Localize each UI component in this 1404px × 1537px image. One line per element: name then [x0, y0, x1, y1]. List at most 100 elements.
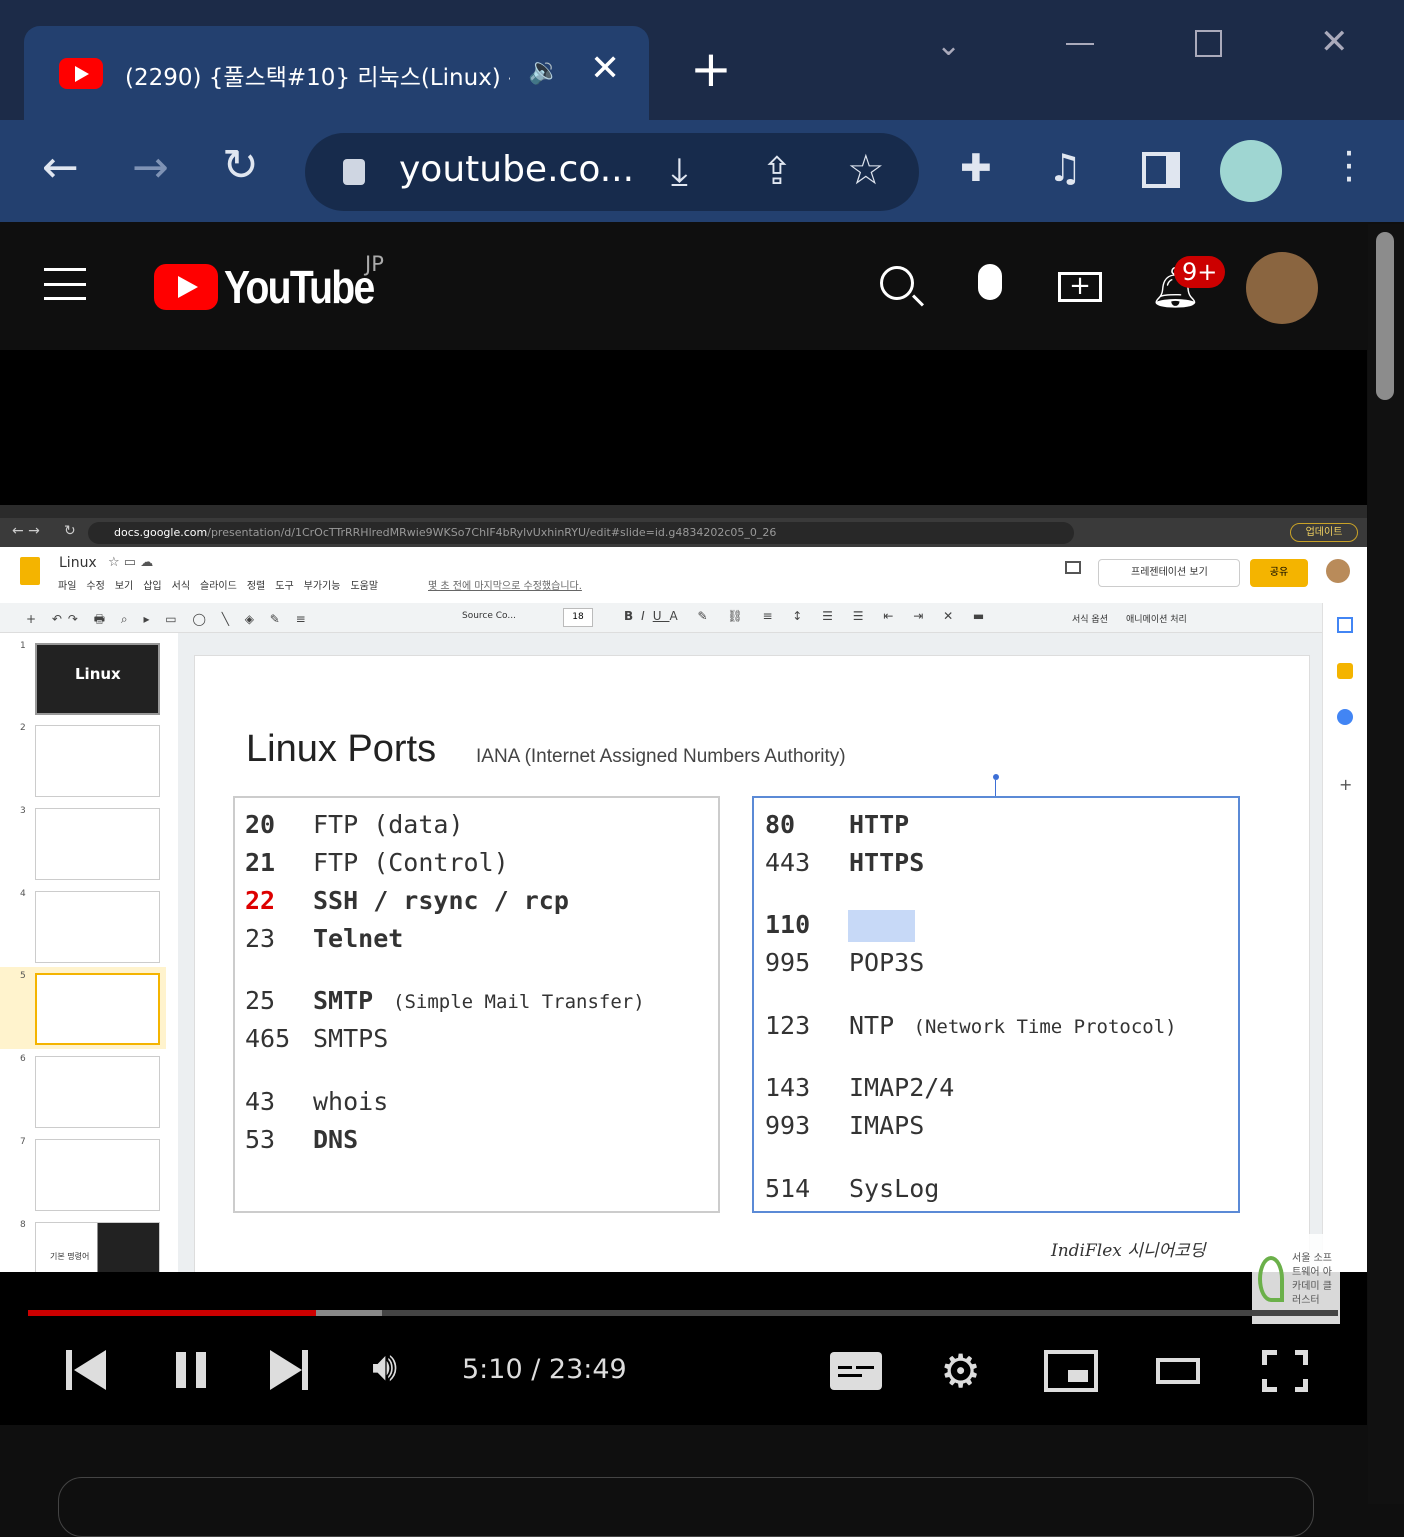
toolbar-icons-right: BIUA ✎ ⛓ ≡ ↕ ☰ ☰ ⇤ ⇥ ✕ ▬ [624, 609, 993, 623]
media-control-icon[interactable]: ♫ [1048, 146, 1082, 190]
thumbnail-number-2: 2 [20, 723, 26, 733]
thumbnail-number-3: 3 [20, 806, 26, 816]
youtube-favicon-icon [59, 58, 103, 89]
install-icon[interactable]: ⤓ [671, 149, 688, 194]
slides-menu-bar: 파일 수정 보기 삽입 서식 슬라이드 정렬 도구 부가기능 도움말 [58, 577, 378, 592]
subtitles-icon[interactable] [830, 1352, 882, 1390]
port-number: 514 [765, 1174, 811, 1203]
back-icon[interactable]: ← [42, 142, 79, 193]
thumbnail-number-5: 5 [20, 971, 26, 981]
last-edit-note: 몇 초 전에 마지막으로 수정했습니다. [428, 581, 582, 592]
video-frame-screen: ← → ↻ docs.google.com/presentation/d/1Cr… [0, 505, 1367, 1272]
thumbnail-5-selected [35, 973, 160, 1045]
browser-tab[interactable]: (2290) {풀스택#10} 리눅스(Linux) - 🔉 ✕ [24, 26, 649, 122]
share-icon[interactable]: ⇪ [761, 149, 793, 193]
slides-account-avatar [1326, 559, 1350, 583]
slides-menu-2: 보기 [114, 581, 134, 592]
port-service: NTP [849, 1011, 895, 1040]
selection-handle-line [995, 780, 996, 796]
microphone-icon[interactable] [978, 264, 1002, 300]
forward-icon[interactable]: → [132, 142, 169, 193]
slides-menu-4: 서식 [171, 581, 191, 592]
miniplayer-icon[interactable] [1044, 1350, 1098, 1392]
close-window-icon[interactable]: ✕ [1320, 22, 1349, 62]
inner-address-bar: docs.google.com/presentation/d/1CrOcTTrR… [88, 522, 1074, 544]
lock-icon [343, 159, 365, 185]
fullscreen-icon[interactable] [1261, 1349, 1309, 1401]
slides-menu-8: 부가기능 [303, 581, 341, 592]
slides-menu-0: 파일 [58, 581, 77, 592]
browser-menu-icon[interactable]: ⋮ [1330, 146, 1368, 184]
inner-back-icon: ← → [12, 523, 40, 539]
slides-menu-1: 수정 [86, 581, 105, 592]
port-number: 23 [245, 924, 276, 953]
minimize-icon[interactable] [1066, 43, 1094, 45]
url-text[interactable]: youtube.co... [399, 149, 634, 190]
port-number: 21 [245, 848, 276, 877]
port-note: (Network Time Protocol) [913, 1016, 1177, 1038]
profile-avatar[interactable] [1220, 140, 1282, 202]
side-panel-icon[interactable] [1142, 152, 1180, 188]
hamburger-menu-icon[interactable] [44, 268, 86, 300]
slides-menu-9: 도움말 [350, 581, 379, 592]
slides-right-sidebar: + [1322, 603, 1367, 1272]
port-service: SMTPS [313, 1024, 389, 1053]
youtube-logo[interactable] [154, 264, 218, 310]
bookmark-star-icon[interactable]: ☆ [847, 145, 885, 194]
thumbnail-number-4: 4 [20, 889, 26, 899]
address-bar[interactable]: youtube.co... ⤓ ⇪ ☆ [305, 133, 919, 211]
port-number: 25 [245, 986, 276, 1015]
new-tab-icon[interactable]: + [690, 44, 732, 94]
settings-gear-icon[interactable]: ⚙ [940, 1344, 981, 1398]
thumbnail-1-text: Linux [75, 665, 121, 683]
port-number: 465 [245, 1024, 291, 1053]
port-service: IMAPS [849, 1111, 925, 1140]
search-icon[interactable] [880, 266, 925, 307]
port-service: SysLog [849, 1174, 940, 1203]
thumbnail-number-6: 6 [20, 1054, 26, 1064]
port-number: 43 [245, 1087, 276, 1116]
format-options: 서식 옵션 [1072, 615, 1108, 625]
port-number: 80 [765, 810, 796, 839]
share-label: 공유 [1269, 567, 1289, 578]
share-button: 공유 [1250, 559, 1308, 587]
below-video-area [0, 1425, 1375, 1537]
port-service: POP3S [849, 948, 925, 977]
present-label: 프레젠테이션 보기 [1131, 567, 1208, 578]
puzzle-extensions-icon[interactable]: ✚ [960, 146, 992, 190]
thumbnail-8: 기본 명령어 [35, 1222, 160, 1272]
account-avatar[interactable] [1246, 252, 1318, 324]
slides-menu-5: 슬라이드 [200, 581, 237, 592]
thumbnail-2 [35, 725, 160, 797]
maximize-icon[interactable] [1195, 30, 1222, 57]
create-video-icon[interactable]: + [1058, 272, 1102, 302]
port-service: IMAP2/4 [849, 1073, 955, 1102]
port-service: SSH / rsync / rcp [313, 886, 569, 915]
slides-menu-3: 삽입 [143, 581, 162, 592]
port-service: Telnet [313, 924, 404, 953]
slide: Linux Ports IANA (Internet Assigned Numb… [194, 655, 1310, 1272]
font-name: Source Co... [462, 611, 516, 621]
scrollbar-thumb[interactable] [1376, 232, 1394, 400]
speaker-icon[interactable]: 🔉 [528, 56, 560, 86]
port-note: (Simple Mail Transfer) [393, 991, 645, 1013]
pop3-highlight [848, 910, 915, 942]
slides-menu-6: 정렬 [246, 581, 266, 592]
tab-search-icon[interactable]: ⌄ [936, 28, 961, 63]
right-port-box [752, 796, 1240, 1213]
port-number: 143 [765, 1073, 811, 1102]
port-number: 22 [245, 886, 276, 915]
present-button: 프레젠테이션 보기 [1098, 559, 1240, 587]
slides-doc-title: Linux [59, 555, 97, 571]
browser-tab-strip: (2290) {풀스택#10} 리눅스(Linux) - 🔉 ✕ + ⌄ ✕ [0, 0, 1404, 122]
reload-icon[interactable]: ↻ [222, 140, 259, 191]
page-scrollbar[interactable] [1368, 224, 1404, 1504]
inner-browser-toolbar: ← → ↻ docs.google.com/presentation/d/1Cr… [0, 518, 1367, 547]
port-number: 53 [245, 1125, 276, 1154]
close-tab-icon[interactable]: ✕ [590, 48, 620, 89]
slide-title: Linux Ports [246, 728, 437, 770]
port-service: SMTP [313, 986, 374, 1015]
volume-icon[interactable]: 🔊︎ [372, 1344, 397, 1390]
theater-mode-icon[interactable] [1156, 1358, 1200, 1384]
port-number: 20 [245, 810, 276, 839]
